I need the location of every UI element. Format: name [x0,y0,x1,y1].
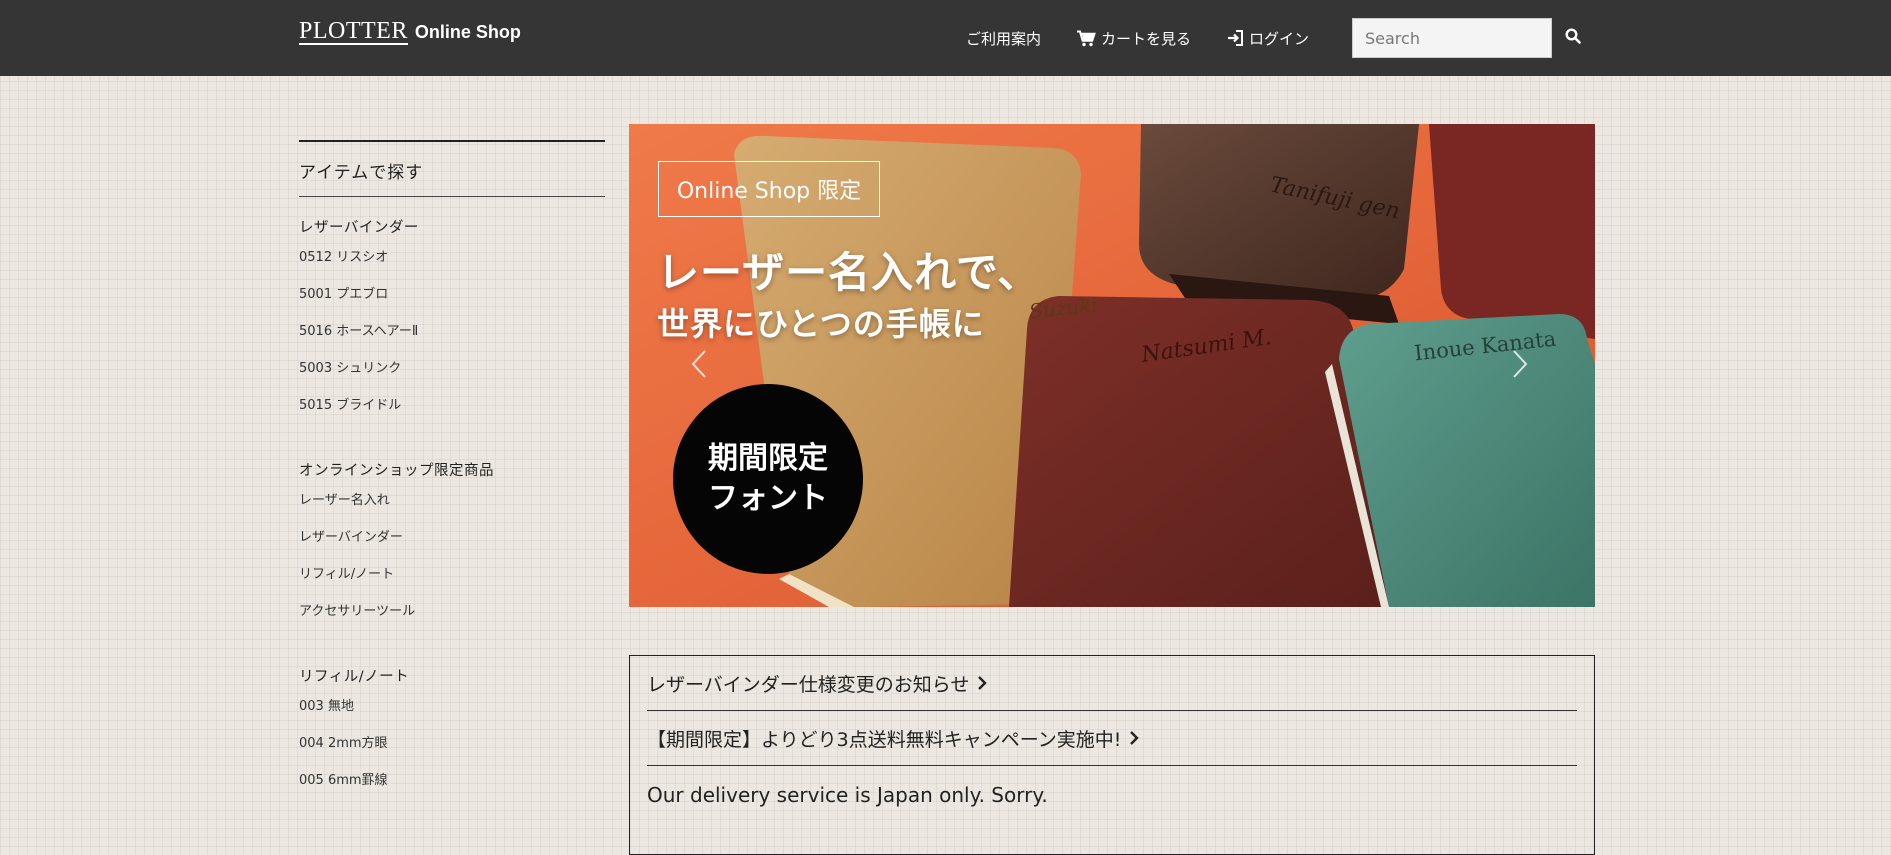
sidebar-group-title[interactable]: リフィル/ノート [299,666,605,688]
sidebar-item[interactable]: 5015 ブライドル [299,387,605,424]
banner-circle-line2: フォント [708,481,828,516]
login-icon [1227,30,1244,46]
banner-subheadline: 世界にひとつの手帳に [657,305,985,343]
banner-limited-badge: 期間限定 フォント [673,384,863,574]
nav-login-label: ログイン [1249,29,1310,48]
sidebar-item[interactable]: 0512 リスシオ [299,239,605,276]
sidebar-item[interactable]: レーザー名入れ [299,482,605,519]
chevron-right-icon [1129,730,1140,746]
sidebar-group-refills: リフィル/ノート 003 無地 004 2mm方眼 005 6mm罫線 [299,666,605,799]
nav-cart-label: カートを見る [1101,29,1192,48]
search-button[interactable] [1562,27,1584,49]
chevron-right-icon [977,675,988,691]
sidebar-item[interactable]: 5016 ホースヘアーⅡ [299,313,605,350]
brand-subtitle: Online Shop [414,22,521,42]
brand-logo-text: PLOTTER [299,18,408,45]
sidebar-item[interactable]: レザーバインダー [299,519,605,556]
sidebar-item[interactable]: リフィル/ノート [299,556,605,593]
sidebar-title: アイテムで探す [299,142,605,197]
brand-logo[interactable]: PLOTTER Online Shop [299,18,521,56]
news-box: レザーバインダー仕様変更のお知らせ 【期間限定】よりどり3点送料無料キャンペーン… [629,655,1595,855]
hero-banner[interactable]: Tanifuji gen Suzuki Natsumi M. Inoue Kan… [629,124,1595,607]
search-icon [1565,28,1581,48]
sidebar-item[interactable]: 5003 シュリンク [299,350,605,387]
banner-badge: Online Shop 限定 [658,161,880,217]
carousel-prev-button[interactable] [684,344,714,384]
sidebar-item[interactable]: 004 2mm方眼 [299,725,605,762]
category-sidebar: アイテムで探す レザーバインダー 0512 リスシオ 5001 プエブロ 501… [299,140,605,799]
site-header: PLOTTER Online Shop ご利用案内 カートを見る ログイン [0,0,1891,76]
sidebar-group-leather-binders: レザーバインダー 0512 リスシオ 5001 プエブロ 5016 ホースヘアー… [299,217,605,424]
news-link-label: 【期間限定】よりどり3点送料無料キャンペーン実施中! [647,728,1122,751]
sidebar-item[interactable]: アクセサリーツール [299,593,605,630]
sidebar-group-title[interactable]: オンラインショップ限定商品 [299,460,605,482]
nav-cart-link[interactable]: カートを見る [1077,26,1191,50]
sidebar-item[interactable]: 5001 プエブロ [299,276,605,313]
sidebar-group-title[interactable]: レザーバインダー [299,217,605,239]
nav-login-link[interactable]: ログイン [1227,26,1309,50]
news-link[interactable]: 【期間限定】よりどり3点送料無料キャンペーン実施中! [647,711,1577,766]
sidebar-group-online-limited: オンラインショップ限定商品 レーザー名入れ レザーバインダー リフィル/ノート … [299,460,605,630]
news-link[interactable]: レザーバインダー仕様変更のお知らせ [647,656,1577,711]
nav-guide-link[interactable]: ご利用案内 [966,26,1041,50]
banner-headline: レーザー名入れで、 [657,248,1041,297]
nav-guide-label: ご利用案内 [966,29,1042,48]
banner-circle-line1: 期間限定 [708,441,828,476]
cart-icon [1077,30,1096,47]
search-input[interactable] [1352,18,1552,58]
chevron-left-icon [690,349,708,379]
carousel-next-button[interactable] [1505,344,1535,384]
news-link-label: レザーバインダー仕様変更のお知らせ [647,673,970,696]
delivery-notice: Our delivery service is Japan only. Sorr… [647,783,1048,807]
sidebar-item[interactable]: 005 6mm罫線 [299,762,605,799]
chevron-right-icon [1511,349,1529,379]
sidebar-item[interactable]: 003 無地 [299,688,605,725]
